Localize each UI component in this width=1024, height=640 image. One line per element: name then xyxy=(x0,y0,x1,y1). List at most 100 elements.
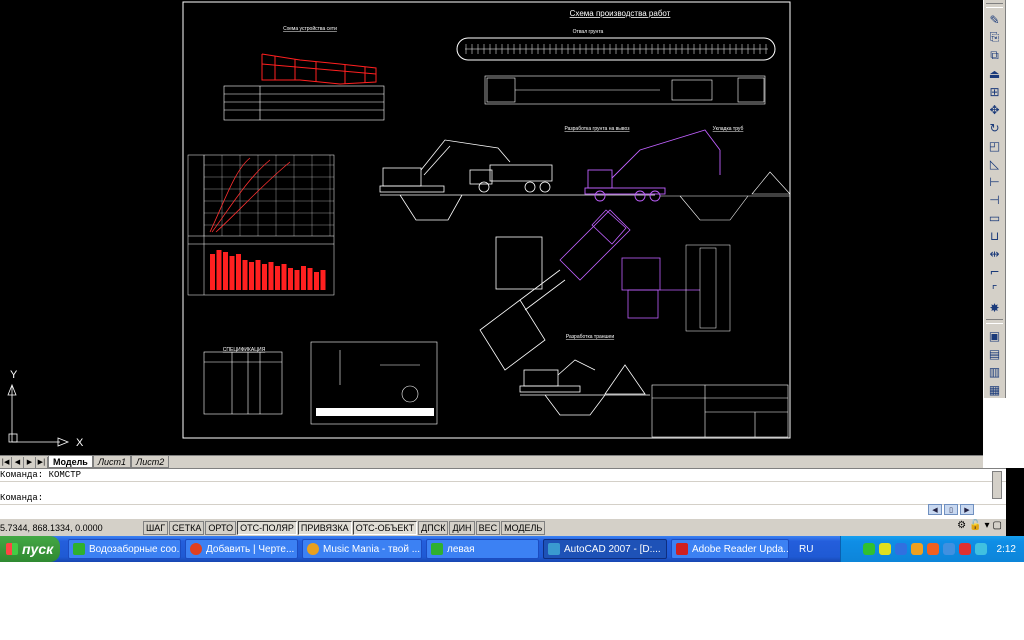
drawing-canvas[interactable]: Схема производства работ Отвал грунта Сх… xyxy=(0,0,983,455)
tray-antivirus-icon[interactable] xyxy=(878,543,891,555)
windows-logo-icon xyxy=(6,543,18,555)
status-ortho-button[interactable]: ОРТО xyxy=(205,520,237,535)
status-snap-button[interactable]: ШАГ xyxy=(143,520,169,535)
copy-icon[interactable]: ⎘ xyxy=(984,29,1005,46)
start-button[interactable]: пуск xyxy=(0,536,60,562)
taskbar-item-adobe-reader[interactable]: Adobe Reader Upda... xyxy=(671,539,789,559)
tray-media-icon[interactable] xyxy=(926,543,939,555)
first-tab-icon[interactable]: |◀ xyxy=(0,456,12,468)
task-label: AutoCAD 2007 - [D:... xyxy=(564,543,661,555)
next-tab-icon[interactable]: ▶ xyxy=(24,456,36,468)
trench-excavator xyxy=(519,359,650,416)
array-icon[interactable]: ⊞ xyxy=(984,83,1005,100)
trim-icon[interactable]: ⊢ xyxy=(984,173,1005,190)
prev-tab-icon[interactable]: ◀ xyxy=(12,456,24,468)
histogram-bar xyxy=(307,268,313,290)
drawing-subtitle: Отвал грунта xyxy=(573,29,604,35)
horizontal-scrollbar[interactable]: ◀ ▯ ▶ xyxy=(928,504,992,515)
tray-app-icon[interactable] xyxy=(894,543,907,555)
histogram-bar xyxy=(262,264,267,290)
status-grid-button[interactable]: СЕТКА xyxy=(169,520,205,535)
chamfer-icon[interactable]: ⌐ xyxy=(984,263,1005,280)
histogram-bar xyxy=(242,260,248,290)
tab-model[interactable]: Модель xyxy=(48,456,93,468)
rotate-icon[interactable]: ↻ xyxy=(984,119,1005,136)
draworder-back-icon[interactable]: ▤ xyxy=(984,345,1005,362)
status-dyn-button[interactable]: ДИН xyxy=(449,520,475,535)
status-menu-icon[interactable]: ▾ xyxy=(985,520,990,531)
folder-icon xyxy=(431,543,443,555)
trench-plan-right xyxy=(685,244,731,332)
trench-section-title: Разработка траншеи xyxy=(566,334,614,340)
toolbar-blank-area xyxy=(983,398,1006,468)
status-polar-button[interactable]: ОТС-ПОЛЯР xyxy=(237,520,297,535)
extend-icon[interactable]: ⊣ xyxy=(984,191,1005,208)
tray-network-icon[interactable] xyxy=(862,543,875,555)
communication-center-icon[interactable]: ⚙ xyxy=(957,520,966,531)
toolbar-separator xyxy=(986,319,1003,324)
system-tray: 2:12 xyxy=(840,536,1024,562)
scroll-right-icon[interactable]: ▶ xyxy=(960,504,974,515)
ucs-x-label: X xyxy=(76,437,84,449)
move-icon[interactable]: ✥ xyxy=(984,101,1005,118)
histogram-bar xyxy=(314,272,319,290)
lock-toolbars-icon[interactable]: 🔓 xyxy=(969,520,981,531)
break-icon[interactable]: ▭ xyxy=(984,209,1005,226)
trench-plan-top xyxy=(484,75,766,105)
clean-screen-icon[interactable]: ▢ xyxy=(993,520,1002,531)
erase-icon[interactable]: ✎ xyxy=(984,11,1005,28)
clock[interactable]: 2:12 xyxy=(997,544,1016,555)
status-otrack-button[interactable]: ОТС-ОБЪЕКТ xyxy=(352,520,418,535)
scroll-thumb[interactable]: ▯ xyxy=(944,504,958,515)
histogram-bar xyxy=(281,264,287,290)
coordinates-readout[interactable]: 5.7344, 868.1334, 0.0000 xyxy=(0,523,143,533)
last-tab-icon[interactable]: ▶| xyxy=(36,456,48,468)
tray-security-icon[interactable] xyxy=(958,543,971,555)
ucs-y-label: Y xyxy=(10,369,18,381)
drawing-svg: Схема производства работ Отвал грунта Сх… xyxy=(7,1,791,449)
tab-sheet2[interactable]: Лист2 xyxy=(131,456,170,468)
language-indicator[interactable]: RU xyxy=(799,544,817,555)
tab-sheet1[interactable]: Лист1 xyxy=(92,456,132,468)
status-tray: ⚙ 🔓 ▾ ▢ xyxy=(957,520,1002,531)
excavation-section-title: Разработка грунта на вывоз xyxy=(564,126,630,132)
explode-icon[interactable]: ✸ xyxy=(984,299,1005,316)
taskbar-item-vodozabor[interactable]: Водозаборные соо... xyxy=(68,539,181,559)
tray-chat-icon[interactable] xyxy=(942,543,955,555)
draworder-front-icon[interactable]: ▣ xyxy=(984,327,1005,344)
tray-update-icon[interactable] xyxy=(910,543,923,555)
taskbar-item-chrome[interactable]: Music Mania - твой ... xyxy=(302,539,422,559)
status-model-button[interactable]: МОДЕЛЬ xyxy=(501,520,546,535)
command-window[interactable]: Команда: КОМСТР Команда: xyxy=(0,468,1006,518)
histogram-bar xyxy=(236,254,241,290)
histogram-bar xyxy=(294,270,300,290)
folder-icon xyxy=(73,543,85,555)
histogram-bar xyxy=(249,262,254,290)
start-label: пуск xyxy=(22,541,54,557)
offset-icon[interactable]: ⏏ xyxy=(984,65,1005,82)
draworder-under-icon[interactable]: ▦ xyxy=(984,381,1005,398)
task-label: Водозаборные соо... xyxy=(89,543,181,555)
scale-icon[interactable]: ◰ xyxy=(984,137,1005,154)
status-lwt-button[interactable]: ВЕС xyxy=(475,520,501,535)
red-histogram xyxy=(210,250,326,290)
break-at-point-icon[interactable]: ⊔ xyxy=(984,227,1005,244)
draworder-above-icon[interactable]: ▥ xyxy=(984,363,1005,380)
fillet-icon[interactable]: ⌜ xyxy=(984,281,1005,298)
sheet-frame xyxy=(182,1,791,439)
join-icon[interactable]: ⇹ xyxy=(984,245,1005,262)
mirror-icon[interactable]: ⧉ xyxy=(984,47,1005,64)
status-ducs-button[interactable]: ДПСК xyxy=(418,520,449,535)
command-scrollbar[interactable] xyxy=(992,471,1002,499)
taskbar-item-autocad[interactable]: AutoCAD 2007 - [D:... xyxy=(543,539,667,559)
status-osnap-button[interactable]: ПРИВЯЗКА xyxy=(297,520,352,535)
blank-area-below xyxy=(0,562,1024,640)
scroll-left-icon[interactable]: ◀ xyxy=(928,504,942,515)
stretch-icon[interactable]: ◺ xyxy=(984,155,1005,172)
command-prompt-line[interactable]: Команда: xyxy=(0,492,1006,505)
taskbar-item-levaya[interactable]: левая xyxy=(426,539,539,559)
taskbar-item-browser-opera[interactable]: Добавить | Черте... xyxy=(185,539,298,559)
drawing-main-title: Схема производства работ xyxy=(570,9,671,18)
network-profile-table xyxy=(223,85,385,121)
tray-display-icon[interactable] xyxy=(974,543,987,555)
